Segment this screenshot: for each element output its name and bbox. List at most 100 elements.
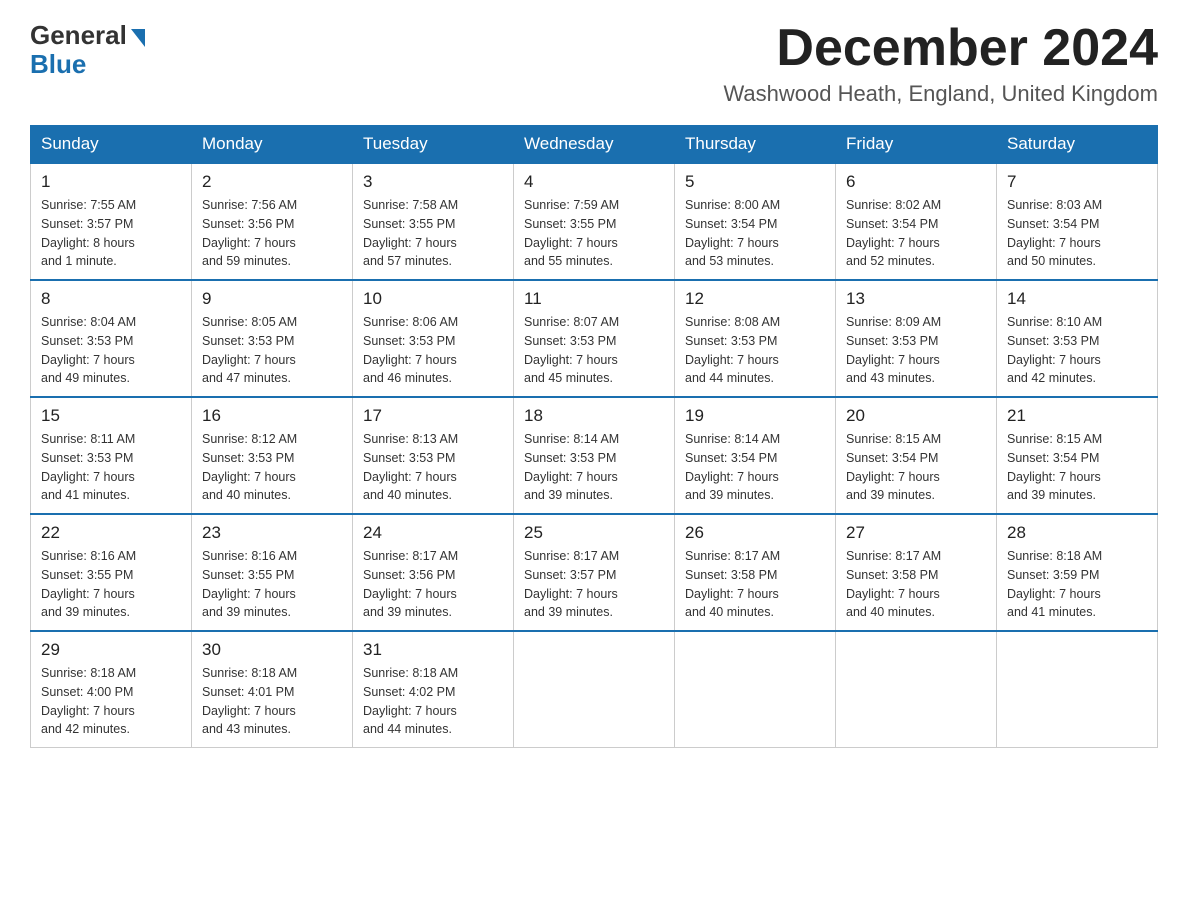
calendar-day-cell: 1 Sunrise: 7:55 AMSunset: 3:57 PMDayligh… — [31, 163, 192, 280]
day-number: 8 — [41, 289, 181, 309]
calendar-header-row: SundayMondayTuesdayWednesdayThursdayFrid… — [31, 126, 1158, 164]
calendar-day-cell: 5 Sunrise: 8:00 AMSunset: 3:54 PMDayligh… — [675, 163, 836, 280]
day-info: Sunrise: 8:16 AMSunset: 3:55 PMDaylight:… — [41, 547, 181, 622]
calendar-day-cell: 24 Sunrise: 8:17 AMSunset: 3:56 PMDaylig… — [353, 514, 514, 631]
day-number: 28 — [1007, 523, 1147, 543]
day-info: Sunrise: 8:16 AMSunset: 3:55 PMDaylight:… — [202, 547, 342, 622]
day-number: 31 — [363, 640, 503, 660]
calendar-day-cell: 9 Sunrise: 8:05 AMSunset: 3:53 PMDayligh… — [192, 280, 353, 397]
calendar-day-cell: 2 Sunrise: 7:56 AMSunset: 3:56 PMDayligh… — [192, 163, 353, 280]
day-number: 13 — [846, 289, 986, 309]
calendar-day-cell: 7 Sunrise: 8:03 AMSunset: 3:54 PMDayligh… — [997, 163, 1158, 280]
day-info: Sunrise: 8:18 AMSunset: 4:00 PMDaylight:… — [41, 664, 181, 739]
calendar-day-cell: 13 Sunrise: 8:09 AMSunset: 3:53 PMDaylig… — [836, 280, 997, 397]
calendar-day-cell: 23 Sunrise: 8:16 AMSunset: 3:55 PMDaylig… — [192, 514, 353, 631]
logo-general-text: General — [30, 20, 127, 51]
calendar-day-cell: 31 Sunrise: 8:18 AMSunset: 4:02 PMDaylig… — [353, 631, 514, 748]
title-section: December 2024 Washwood Heath, England, U… — [723, 20, 1158, 107]
day-info: Sunrise: 8:07 AMSunset: 3:53 PMDaylight:… — [524, 313, 664, 388]
calendar-day-cell: 11 Sunrise: 8:07 AMSunset: 3:53 PMDaylig… — [514, 280, 675, 397]
logo: General Blue — [30, 20, 145, 80]
day-info: Sunrise: 8:08 AMSunset: 3:53 PMDaylight:… — [685, 313, 825, 388]
day-info: Sunrise: 8:17 AMSunset: 3:56 PMDaylight:… — [363, 547, 503, 622]
day-number: 25 — [524, 523, 664, 543]
calendar-day-cell: 18 Sunrise: 8:14 AMSunset: 3:53 PMDaylig… — [514, 397, 675, 514]
day-info: Sunrise: 8:18 AMSunset: 3:59 PMDaylight:… — [1007, 547, 1147, 622]
calendar-day-cell: 21 Sunrise: 8:15 AMSunset: 3:54 PMDaylig… — [997, 397, 1158, 514]
day-number: 7 — [1007, 172, 1147, 192]
calendar-day-cell: 19 Sunrise: 8:14 AMSunset: 3:54 PMDaylig… — [675, 397, 836, 514]
day-info: Sunrise: 8:17 AMSunset: 3:58 PMDaylight:… — [685, 547, 825, 622]
day-info: Sunrise: 8:10 AMSunset: 3:53 PMDaylight:… — [1007, 313, 1147, 388]
calendar-day-cell: 25 Sunrise: 8:17 AMSunset: 3:57 PMDaylig… — [514, 514, 675, 631]
day-number: 6 — [846, 172, 986, 192]
day-number: 9 — [202, 289, 342, 309]
day-info: Sunrise: 8:05 AMSunset: 3:53 PMDaylight:… — [202, 313, 342, 388]
day-info: Sunrise: 8:04 AMSunset: 3:53 PMDaylight:… — [41, 313, 181, 388]
day-number: 2 — [202, 172, 342, 192]
day-number: 15 — [41, 406, 181, 426]
calendar-week-row: 22 Sunrise: 8:16 AMSunset: 3:55 PMDaylig… — [31, 514, 1158, 631]
day-number: 22 — [41, 523, 181, 543]
calendar-day-cell: 3 Sunrise: 7:58 AMSunset: 3:55 PMDayligh… — [353, 163, 514, 280]
calendar-day-cell: 22 Sunrise: 8:16 AMSunset: 3:55 PMDaylig… — [31, 514, 192, 631]
calendar-day-cell: 17 Sunrise: 8:13 AMSunset: 3:53 PMDaylig… — [353, 397, 514, 514]
day-number: 5 — [685, 172, 825, 192]
day-info: Sunrise: 8:14 AMSunset: 3:53 PMDaylight:… — [524, 430, 664, 505]
day-info: Sunrise: 8:14 AMSunset: 3:54 PMDaylight:… — [685, 430, 825, 505]
calendar-week-row: 8 Sunrise: 8:04 AMSunset: 3:53 PMDayligh… — [31, 280, 1158, 397]
calendar-day-cell: 8 Sunrise: 8:04 AMSunset: 3:53 PMDayligh… — [31, 280, 192, 397]
day-of-week-header: Sunday — [31, 126, 192, 164]
day-of-week-header: Saturday — [997, 126, 1158, 164]
day-number: 23 — [202, 523, 342, 543]
day-number: 26 — [685, 523, 825, 543]
day-of-week-header: Thursday — [675, 126, 836, 164]
day-number: 1 — [41, 172, 181, 192]
day-info: Sunrise: 8:12 AMSunset: 3:53 PMDaylight:… — [202, 430, 342, 505]
logo-blue-text: Blue — [30, 49, 86, 80]
day-info: Sunrise: 8:06 AMSunset: 3:53 PMDaylight:… — [363, 313, 503, 388]
day-number: 12 — [685, 289, 825, 309]
calendar-day-cell — [997, 631, 1158, 748]
calendar-day-cell — [675, 631, 836, 748]
day-info: Sunrise: 8:15 AMSunset: 3:54 PMDaylight:… — [1007, 430, 1147, 505]
day-number: 20 — [846, 406, 986, 426]
calendar-day-cell: 27 Sunrise: 8:17 AMSunset: 3:58 PMDaylig… — [836, 514, 997, 631]
calendar-day-cell: 6 Sunrise: 8:02 AMSunset: 3:54 PMDayligh… — [836, 163, 997, 280]
calendar-day-cell: 14 Sunrise: 8:10 AMSunset: 3:53 PMDaylig… — [997, 280, 1158, 397]
day-info: Sunrise: 7:58 AMSunset: 3:55 PMDaylight:… — [363, 196, 503, 271]
calendar-day-cell — [514, 631, 675, 748]
calendar-day-cell: 30 Sunrise: 8:18 AMSunset: 4:01 PMDaylig… — [192, 631, 353, 748]
day-info: Sunrise: 8:17 AMSunset: 3:57 PMDaylight:… — [524, 547, 664, 622]
day-info: Sunrise: 8:03 AMSunset: 3:54 PMDaylight:… — [1007, 196, 1147, 271]
day-number: 18 — [524, 406, 664, 426]
day-info: Sunrise: 8:15 AMSunset: 3:54 PMDaylight:… — [846, 430, 986, 505]
calendar-day-cell: 15 Sunrise: 8:11 AMSunset: 3:53 PMDaylig… — [31, 397, 192, 514]
day-number: 24 — [363, 523, 503, 543]
calendar-day-cell: 20 Sunrise: 8:15 AMSunset: 3:54 PMDaylig… — [836, 397, 997, 514]
day-info: Sunrise: 8:13 AMSunset: 3:53 PMDaylight:… — [363, 430, 503, 505]
day-info: Sunrise: 8:17 AMSunset: 3:58 PMDaylight:… — [846, 547, 986, 622]
day-number: 3 — [363, 172, 503, 192]
day-number: 21 — [1007, 406, 1147, 426]
day-info: Sunrise: 8:09 AMSunset: 3:53 PMDaylight:… — [846, 313, 986, 388]
day-number: 16 — [202, 406, 342, 426]
calendar-day-cell: 28 Sunrise: 8:18 AMSunset: 3:59 PMDaylig… — [997, 514, 1158, 631]
day-info: Sunrise: 8:11 AMSunset: 3:53 PMDaylight:… — [41, 430, 181, 505]
calendar-week-row: 15 Sunrise: 8:11 AMSunset: 3:53 PMDaylig… — [31, 397, 1158, 514]
day-number: 11 — [524, 289, 664, 309]
day-info: Sunrise: 7:56 AMSunset: 3:56 PMDaylight:… — [202, 196, 342, 271]
day-number: 10 — [363, 289, 503, 309]
day-number: 27 — [846, 523, 986, 543]
day-info: Sunrise: 8:00 AMSunset: 3:54 PMDaylight:… — [685, 196, 825, 271]
calendar-day-cell: 10 Sunrise: 8:06 AMSunset: 3:53 PMDaylig… — [353, 280, 514, 397]
calendar-day-cell: 29 Sunrise: 8:18 AMSunset: 4:00 PMDaylig… — [31, 631, 192, 748]
month-title: December 2024 — [723, 20, 1158, 77]
day-info: Sunrise: 8:18 AMSunset: 4:01 PMDaylight:… — [202, 664, 342, 739]
day-info: Sunrise: 8:18 AMSunset: 4:02 PMDaylight:… — [363, 664, 503, 739]
calendar-week-row: 1 Sunrise: 7:55 AMSunset: 3:57 PMDayligh… — [31, 163, 1158, 280]
day-of-week-header: Tuesday — [353, 126, 514, 164]
day-of-week-header: Monday — [192, 126, 353, 164]
location-title: Washwood Heath, England, United Kingdom — [723, 81, 1158, 107]
day-info: Sunrise: 7:59 AMSunset: 3:55 PMDaylight:… — [524, 196, 664, 271]
